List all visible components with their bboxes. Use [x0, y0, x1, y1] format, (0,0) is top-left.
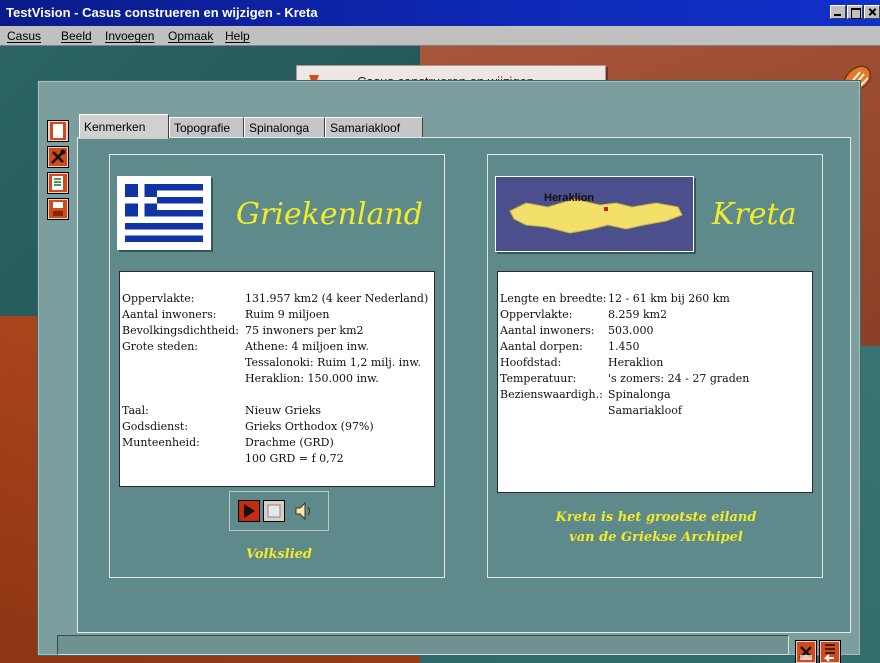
volume-button[interactable]: [292, 500, 314, 522]
greek-flag: [117, 176, 211, 250]
list-edit-button[interactable]: [47, 172, 69, 194]
exit-button[interactable]: [819, 640, 841, 663]
info-value: Heraklion: [608, 356, 664, 369]
info-label: Oppervlakte:: [500, 308, 573, 321]
island-caption-line1: Kreta is het grootste eiland: [555, 510, 757, 525]
tools-icon: [49, 148, 67, 166]
info-value: 12 - 61 km bij 260 km: [608, 292, 730, 305]
status-field: [57, 635, 789, 655]
island-caption-line2: van de Griekse Archipel: [569, 530, 743, 545]
info-value: Drachme (GRD): [245, 436, 334, 449]
list-edit-icon: [49, 174, 67, 192]
info-value: 75 inwoners per km2: [245, 324, 364, 337]
info-label: Bezienswaardigh.:: [500, 388, 603, 401]
info-value: 8.259 km2: [608, 308, 668, 321]
menu-casus[interactable]: Casus: [7, 29, 41, 43]
main-panel: Kenmerken Topografie Spinalonga Samariak…: [38, 81, 860, 663]
title-bar: TestVision - Casus construeren en wijzig…: [0, 0, 880, 26]
maximize-button[interactable]: [847, 5, 863, 19]
tab-kenmerken[interactable]: Kenmerken: [79, 114, 169, 139]
info-label: Grote steden:: [122, 340, 199, 353]
info-value: Nieuw Grieks: [245, 404, 322, 417]
tab-samariakloof[interactable]: Samariakloof: [325, 117, 423, 138]
save-icon: [49, 200, 67, 218]
menu-opmaak[interactable]: Opmaak: [168, 29, 213, 43]
info-value: 's zomers: 24 - 27 graden: [608, 372, 750, 385]
info-label: Godsdienst:: [122, 420, 189, 433]
tab-spinalonga[interactable]: Spinalonga: [244, 117, 325, 138]
country-title: Griekenland: [236, 197, 423, 232]
desktop-background: Casus construeren en wijzigen: [0, 46, 880, 663]
info-label: Oppervlakte:: [122, 292, 195, 305]
info-label: Munteenheid:: [122, 436, 200, 449]
new-page-button[interactable]: [47, 120, 69, 142]
stop-button[interactable]: [263, 500, 285, 522]
info-label: Temperatuur:: [500, 372, 577, 385]
country-info-box: Oppervlakte: 131.957 km2 (4 keer Nederla…: [119, 271, 435, 487]
close-button[interactable]: [864, 5, 880, 19]
info-value: 131.957 km2 (4 keer Nederland): [245, 292, 429, 305]
info-label: Aantal dorpen:: [500, 340, 583, 353]
menu-help[interactable]: Help: [225, 29, 250, 43]
info-label: Aantal inwoners:: [122, 308, 217, 321]
anthem-caption: Volkslied: [245, 547, 313, 562]
info-label: Hoofdstad:: [500, 356, 562, 369]
info-label: Taal:: [122, 404, 149, 417]
info-value: Samariakloof: [608, 404, 682, 417]
info-value: Heraklion: 150.000 inw.: [245, 372, 379, 385]
crete-map-icon: Heraklion: [496, 177, 693, 251]
minimize-button[interactable]: [830, 5, 846, 19]
island-info-box: Lengte en breedte: 12 - 61 km bij 260 km…: [497, 271, 813, 493]
greek-flag-icon: [125, 184, 203, 242]
tools-button[interactable]: [47, 146, 69, 168]
info-value: 100 GRD = f 0,72: [245, 452, 344, 465]
info-value: Ruim 9 miljoen: [245, 308, 330, 321]
map-city-label: Heraklion: [544, 192, 594, 204]
menu-beeld[interactable]: Beeld: [61, 29, 92, 43]
window-title: TestVision - Casus construeren en wijzig…: [6, 5, 318, 20]
info-label: Lengte en breedte:: [500, 292, 607, 305]
tab-topografie[interactable]: Topografie: [169, 117, 244, 138]
info-value: Athene: 4 miljoen inw.: [245, 340, 369, 353]
settings-icon: [797, 642, 815, 662]
crete-map: Heraklion: [495, 176, 694, 252]
anthem-player: [229, 491, 329, 531]
info-value: 1.450: [608, 340, 640, 353]
menu-invoegen[interactable]: Invoegen: [105, 29, 154, 43]
info-value: Spinalonga: [608, 388, 671, 401]
settings-button[interactable]: [795, 640, 817, 663]
island-title: Kreta: [712, 197, 797, 232]
menu-bar: Casus Beeld Invoegen Opmaak Help: [0, 26, 880, 46]
island-card: Heraklion Kreta Lengte en breedte: 12 - …: [487, 154, 823, 578]
new-page-icon: [50, 122, 66, 140]
exit-icon: [821, 642, 839, 662]
info-label: Aantal inwoners:: [500, 324, 595, 337]
play-button[interactable]: [238, 500, 260, 522]
info-label: Bevolkingsdichtheid:: [122, 324, 239, 337]
stop-icon: [267, 504, 281, 518]
play-icon: [244, 504, 255, 518]
country-card: Griekenland Oppervlakte: 131.957 km2 (4 …: [109, 154, 445, 578]
info-value: 503.000: [608, 324, 654, 337]
save-button[interactable]: [47, 198, 69, 220]
speaker-icon: [295, 501, 310, 521]
tab-content: Griekenland Oppervlakte: 131.957 km2 (4 …: [77, 137, 851, 633]
info-value: Grieks Orthodox (97%): [245, 420, 374, 433]
info-value: Tessalonoki: Ruim 1,2 milj. inw.: [245, 356, 421, 369]
